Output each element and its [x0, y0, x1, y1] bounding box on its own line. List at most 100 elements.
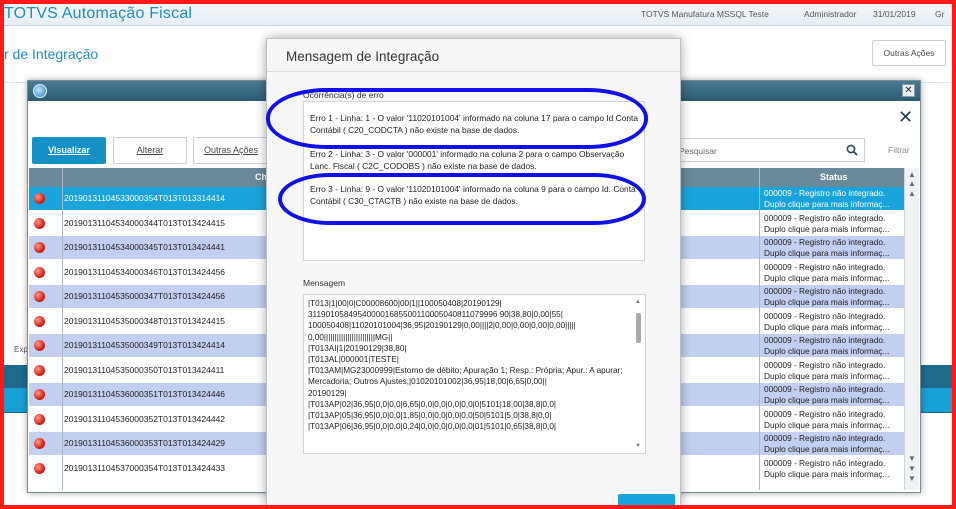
error-status-icon [34, 291, 45, 302]
visualizar-button[interactable]: Visualizar [32, 137, 106, 164]
row-status-hint: Duplo clique para mais informaç... [764, 395, 890, 405]
row-status-hint: Duplo clique para mais informaç... [764, 297, 890, 307]
row-chave: 20190131104535000347T013T013424456 [64, 291, 226, 301]
page-title: r de Integração [4, 46, 99, 62]
row-status: 000009 - Registro não integrado. [764, 335, 886, 345]
close-icon[interactable]: ✕ [902, 84, 915, 97]
confirm-button[interactable] [618, 494, 675, 509]
message-line: |T013AL|000001|TESTE| [308, 355, 399, 365]
row-status-hint: Duplo clique para mais informaç... [764, 444, 890, 454]
message-line: 20190129| [308, 388, 347, 398]
search-placeholder: Pesquisar [679, 146, 717, 156]
row-chave: 20190131104536000351T013T013424446 [64, 389, 226, 399]
outras-acoes-page-button[interactable]: Outras Ações [872, 40, 946, 66]
row-chave: 20190131104534000344T013T013424415 [64, 217, 226, 228]
message-text: |T013|1|00|0|C00008600|00|1||100050408|2… [308, 298, 630, 432]
annotation-ellipse [266, 88, 648, 149]
error-status-icon [34, 315, 45, 327]
row-status-hint: Duplo clique para mais informaç... [764, 223, 890, 234]
message-line: 0,00||||||||||||||||||||||||MG|| [308, 332, 393, 342]
message-line: |T013AP|02|36,95|0,0|0,0|6,65|0,0|0,0|0,… [308, 399, 557, 409]
alterar-button[interactable]: Alterar [113, 137, 187, 164]
row-chave: 20190131104537000354T013T013424433 [64, 462, 226, 473]
search-icon[interactable] [846, 144, 858, 156]
column-divider [62, 168, 63, 490]
dialog-close-icon[interactable]: ✕ [898, 108, 913, 126]
error-status-icon [34, 242, 45, 253]
message-scrollbar[interactable]: ▲ ▼ [635, 299, 642, 451]
error-status-icon [34, 413, 45, 425]
totvs-logo-icon [33, 84, 47, 98]
message-line: |T013|1|00|0|C00008600|00|1||100050408|2… [308, 299, 502, 308]
grid-scrollbar[interactable]: ▲ ▲ ▲ ▼ ▼ ▼ [904, 168, 919, 490]
message-line: |T013AP|05|36,95|0,0|0,0|1,85|0,0|0,0|0,… [308, 411, 552, 421]
row-status: 000009 - Registro não integrado. [764, 457, 886, 468]
message-label: Mensagem [303, 278, 346, 288]
scroll-thumb[interactable] [636, 313, 641, 343]
error-status-icon [34, 217, 45, 229]
message-dialog-title: Mensagem de Integração [286, 49, 440, 64]
row-chave: 20190131104534000345T013T013424441 [64, 242, 226, 252]
row-chave: 20190131104535000348T013T013424415 [64, 315, 226, 326]
error-status-icon [34, 364, 45, 376]
row-status-hint: Duplo clique para mais informaç... [764, 321, 890, 332]
row-status: 000009 - Registro não integrado. [764, 433, 886, 443]
search-input[interactable]: Pesquisar [670, 138, 865, 162]
row-status: 000009 - Registro não integrado. [764, 384, 886, 394]
top-bar: TOTVS Automação Fiscal TOTVS Manufatura … [0, 0, 956, 26]
error-status-icon [34, 462, 45, 474]
user-label[interactable]: Administrador [804, 9, 856, 19]
row-status: 000009 - Registro não integrado. [764, 359, 886, 370]
scroll-top-icon[interactable]: ▲ [908, 171, 916, 179]
row-status: 000009 - Registro não integrado. [764, 310, 886, 321]
row-status-hint: Duplo clique para mais informaç... [764, 419, 890, 430]
row-chave: 20190131104535000350T013T013424411 [64, 364, 225, 375]
row-status: 000009 - Registro não integrado. [764, 261, 886, 272]
row-status-hint: Duplo clique para mais informaç... [764, 248, 890, 258]
scroll-down-icon[interactable]: ▼ [908, 465, 916, 473]
row-chave: 20190131104536000352T013T013424442 [64, 413, 226, 424]
row-status-hint: Duplo clique para mais informaç... [764, 272, 890, 283]
error-status-icon [34, 266, 45, 278]
scroll-page-up-icon[interactable]: ▲ [908, 190, 916, 198]
message-line: |T013AM|MG23000999|Estorno de débito; Ap… [308, 366, 623, 387]
scroll-bottom-icon[interactable]: ▼ [908, 475, 916, 483]
scroll-down-icon[interactable]: ▼ [635, 443, 641, 449]
message-line: |T013AI|1|20190129|38,80| [308, 343, 407, 353]
row-chave: 20190131104534000346T013T013424456 [64, 266, 226, 277]
date-label: 31/01/2019 [873, 9, 916, 19]
row-status-hint: Duplo clique para mais informaç... [764, 468, 890, 479]
app-title: TOTVS Automação Fiscal [4, 5, 193, 22]
row-status-hint: Duplo clique para mais informaç... [764, 370, 890, 381]
row-chave: 20190131104536000353T013T013424429 [64, 438, 226, 448]
scroll-page-down-icon[interactable]: ▼ [908, 455, 916, 463]
annotation-ellipse [278, 173, 646, 225]
side-label: Exp [14, 345, 28, 354]
row-status: 000009 - Registro não integrado. [764, 188, 886, 198]
error-status-icon [34, 389, 45, 400]
scroll-up-icon[interactable]: ▲ [908, 180, 916, 188]
row-status: 000009 - Registro não integrado. [764, 212, 886, 223]
message-line: 3119010584954000016855001100050408110799… [308, 310, 563, 320]
error-item: Erro 2 - Linha: 3 - O valor '000001' inf… [310, 149, 625, 171]
row-chave: 20190131104535000349T013T013424414 [64, 340, 226, 350]
message-textarea[interactable]: |T013|1|00|0|C00008600|00|1||100050408|2… [303, 294, 646, 454]
message-line: |T013AP|06|36,95|0,0|0,0|0,24|0,0|0,0|0,… [308, 422, 557, 432]
row-status: 000009 - Registro não integrado. [764, 237, 886, 247]
row-status-hint: Duplo clique para mais informaç... [764, 346, 890, 356]
outras-acoes-button[interactable]: Outras Ações [193, 137, 269, 164]
error-status-icon [34, 340, 45, 351]
filtrar-button[interactable]: Filtrar [888, 145, 910, 155]
divider [267, 71, 680, 72]
row-status-hint: Duplo clique para mais informaç... [764, 199, 890, 209]
column-header-status[interactable]: Status [820, 168, 848, 187]
row-status: 000009 - Registro não integrado. [764, 286, 886, 296]
message-line: 100050408|11020101004|36,95|20190129|0,0… [308, 321, 576, 331]
scroll-up-icon[interactable]: ▲ [635, 299, 641, 305]
column-divider [759, 168, 760, 490]
group-label[interactable]: Gr [935, 9, 944, 19]
environment-label: TOTVS Manufatura MSSQL Teste [641, 9, 769, 19]
error-status-icon [34, 438, 45, 449]
row-chave: 20190131104533000354T013T013314414 [64, 193, 226, 203]
error-status-icon [34, 193, 45, 204]
